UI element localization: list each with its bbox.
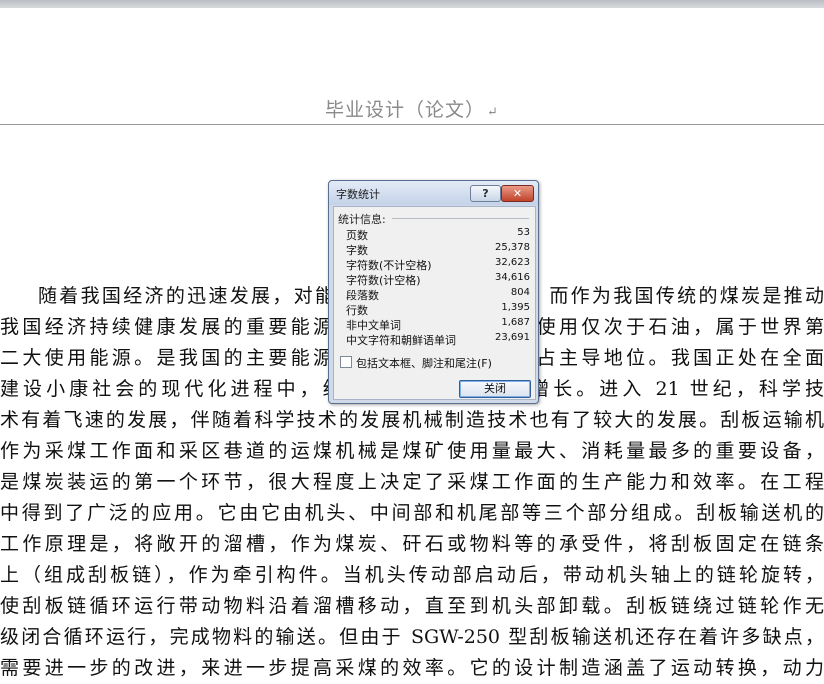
stat-label: 行数 bbox=[346, 304, 368, 317]
paragraph-mark-icon: ↵ bbox=[487, 105, 499, 120]
close-button[interactable]: 关闭 bbox=[459, 380, 531, 398]
section-divider bbox=[392, 218, 529, 219]
word-count-dialog: 字数统计 ? ✕ 统计信息: 页数 53 字数 25,378 字符数(不计空格)… bbox=[328, 180, 539, 404]
window-top-edge bbox=[0, 0, 824, 8]
stat-value: 804 bbox=[510, 287, 530, 298]
body-line: 作为采煤工作面和采区巷道的运煤机械是煤矿使用量最大、消耗量最多的重要设备， bbox=[0, 440, 824, 462]
stat-label: 字符数(不计空格) bbox=[346, 259, 432, 272]
body-line: 术有着飞速的发展，伴随着科学技术的发展机械制造技术也有了较大的发展。刮板运输机 bbox=[0, 409, 824, 431]
stat-value: 23,691 bbox=[495, 332, 530, 343]
stat-value: 53 bbox=[517, 227, 530, 238]
help-button[interactable]: ? bbox=[470, 185, 501, 202]
stat-label: 段落数 bbox=[346, 289, 379, 302]
stat-value: 32,623 bbox=[495, 257, 530, 268]
page-header-title: 毕业设计（论文） ↵ bbox=[325, 99, 499, 121]
body-line: 级闭合循环运行，完成物料的输送。但由于 SGW-250 型刮板输送机还存在着许多… bbox=[0, 626, 824, 648]
body-line: 工作原理是，将敞开的溜槽，作为煤炭、矸石或物料等的承受件，将刮板固定在链条 bbox=[0, 533, 824, 555]
dialog-content: 统计信息: 页数 53 字数 25,378 字符数(不计空格) 32,623 字… bbox=[333, 206, 536, 400]
stat-label: 字符数(计空格) bbox=[346, 274, 421, 287]
stat-label: 非中文单词 bbox=[346, 319, 401, 332]
stat-row-chars-with-spaces: 字符数(计空格) 34,616 bbox=[346, 272, 530, 287]
stat-row-chars-no-spaces: 字符数(不计空格) 32,623 bbox=[346, 257, 530, 272]
stat-label: 字数 bbox=[346, 244, 368, 257]
stat-value: 25,378 bbox=[495, 242, 530, 253]
stat-row-lines: 行数 1,395 bbox=[346, 302, 530, 317]
dialog-title: 字数统计 bbox=[336, 188, 380, 201]
stat-row-cjk-chars: 中文字符和朝鲜语单词 23,691 bbox=[346, 332, 530, 347]
stat-row-words: 字数 25,378 bbox=[346, 242, 530, 257]
stat-value: 34,616 bbox=[495, 272, 530, 283]
stat-value: 1,395 bbox=[501, 302, 530, 313]
stat-value: 1,687 bbox=[501, 317, 530, 328]
dialog-titlebar[interactable]: 字数统计 ? ✕ bbox=[329, 181, 538, 205]
stat-row-pages: 页数 53 bbox=[346, 227, 530, 242]
stat-row-paragraphs: 段落数 804 bbox=[346, 287, 530, 302]
stat-row-non-chinese-words: 非中文单词 1,687 bbox=[346, 317, 530, 332]
include-textboxes-checkbox[interactable] bbox=[340, 356, 352, 368]
body-line: 使刮板链循环运行带动物料沿着溜槽移动，直至到机头部卸载。刮板链绕过链轮作无 bbox=[0, 595, 824, 617]
body-line: 是煤炭装运的第一个环节，很大程度上决定了采煤工作面的生产能力和效率。在工程 bbox=[0, 471, 824, 493]
statistics-label: 统计信息: bbox=[338, 213, 386, 226]
include-textboxes-option[interactable]: 包括文本框、脚注和尾注(F) bbox=[340, 355, 492, 371]
close-icon[interactable]: ✕ bbox=[501, 185, 534, 202]
checkbox-label: 包括文本框、脚注和尾注(F) bbox=[356, 357, 492, 370]
stat-label: 中文字符和朝鲜语单词 bbox=[346, 334, 456, 347]
header-divider bbox=[0, 124, 824, 125]
body-line: 上（组成刮板链），作为牵引构件。当机头传动部启动后，带动机头轴上的链轮旋转， bbox=[0, 564, 824, 586]
body-line: 需要进一步的改进，来进一步提高采煤的效率。它的设计制造涵盖了运动转换，动力 bbox=[0, 657, 824, 679]
stat-label: 页数 bbox=[346, 229, 368, 242]
body-line: 中得到了广泛的应用。它由它由机头、中间部和机尾部等三个部分组成。刮板输送机的 bbox=[0, 502, 824, 524]
